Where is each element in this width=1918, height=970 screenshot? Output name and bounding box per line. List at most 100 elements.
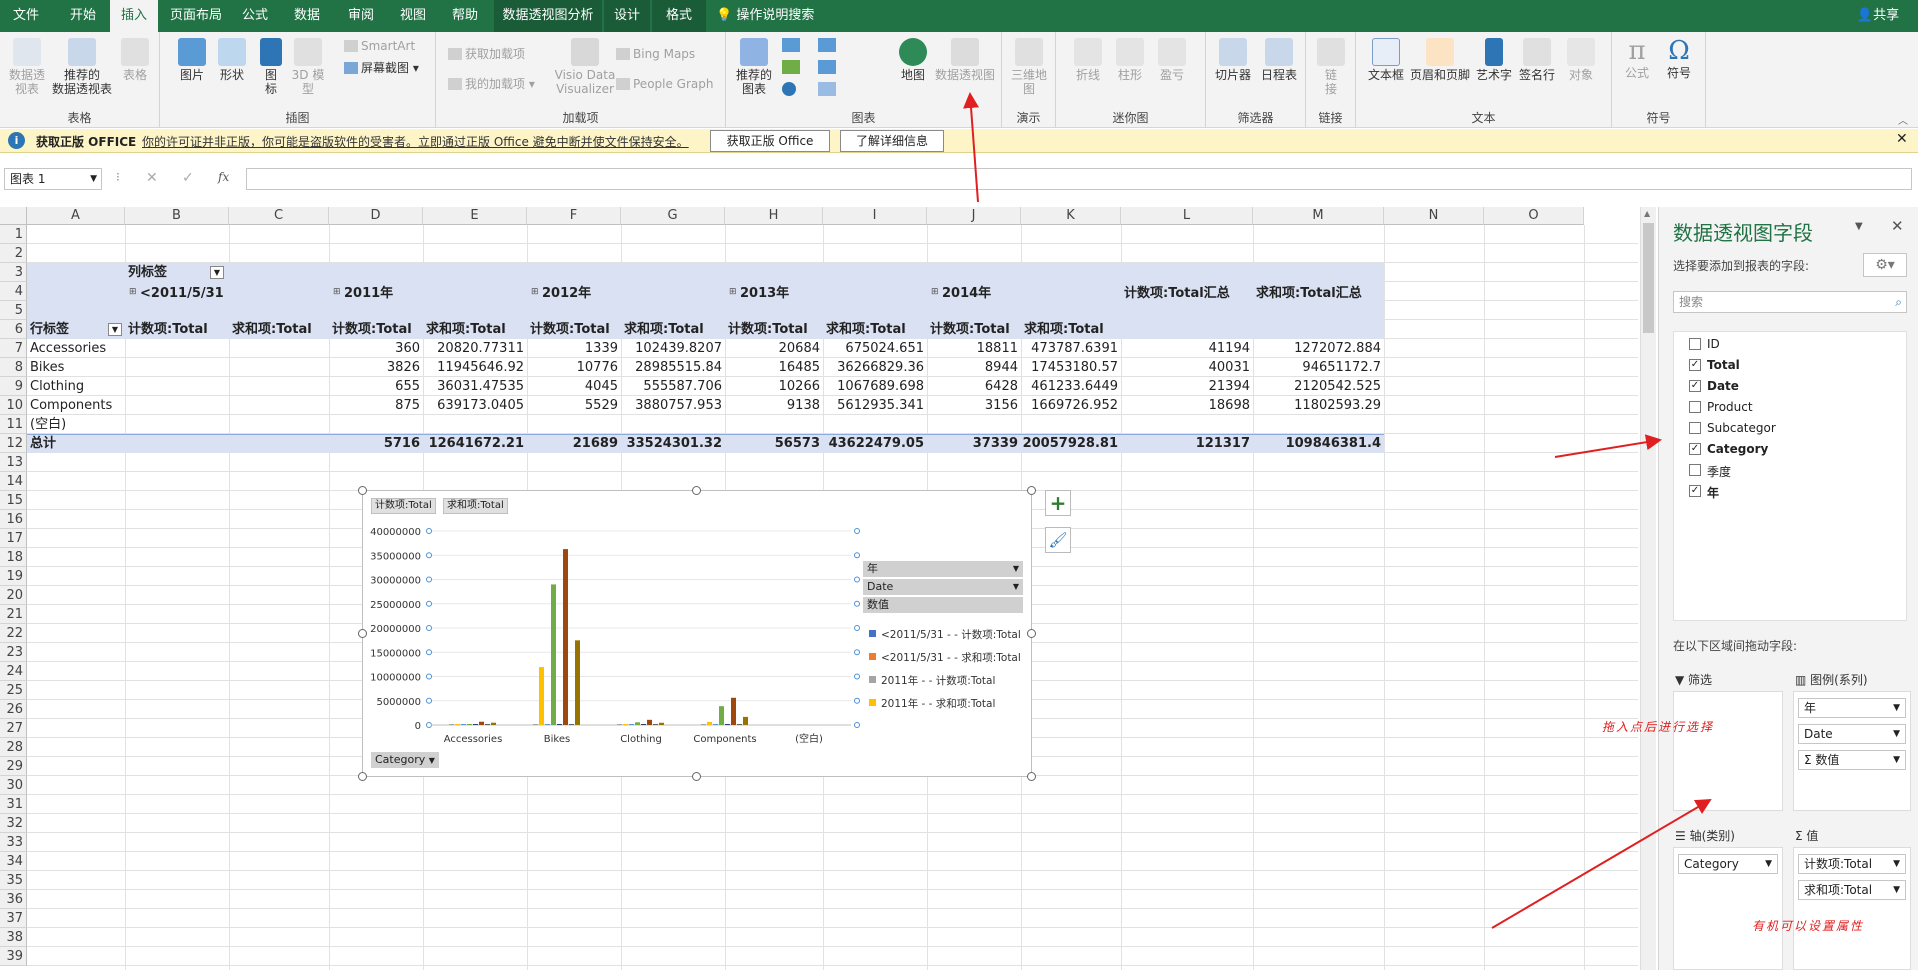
value-cell[interactable]: 41194: [1121, 339, 1253, 358]
scatter-chart-icon[interactable]: [818, 82, 836, 96]
column-header[interactable]: N: [1384, 207, 1484, 225]
cancel-icon[interactable]: ✕: [146, 170, 158, 186]
value-cell[interactable]: 33524301.32: [621, 434, 725, 453]
tab-pivotchart-analyze[interactable]: 数据透视图分析: [494, 0, 602, 32]
value-cell[interactable]: 11945646.92: [423, 358, 527, 377]
row-header[interactable]: 9: [0, 377, 27, 396]
row-header[interactable]: 34: [0, 852, 27, 871]
chart-styles-brush-icon[interactable]: 🖌: [1045, 527, 1071, 553]
row-label[interactable]: Accessories: [30, 339, 106, 358]
link-button[interactable]: 链 接: [1314, 38, 1348, 96]
legend-field-date[interactable]: Date ▼: [863, 579, 1023, 595]
hierarchy-chart-icon[interactable]: [818, 38, 836, 52]
timeline-button[interactable]: 日程表: [1258, 38, 1300, 82]
filter-dropdown-icon[interactable]: ▼: [108, 323, 122, 336]
value-cell[interactable]: 1067689.698: [823, 377, 927, 396]
legend-area[interactable]: 年 ▼ Date ▼ Σ 数值 ▼: [1793, 691, 1911, 811]
row-header[interactable]: 16: [0, 510, 27, 529]
column-header[interactable]: K: [1021, 207, 1121, 225]
value-cell[interactable]: 10776: [527, 358, 621, 377]
tab-review[interactable]: 审阅: [340, 0, 382, 32]
search-icon[interactable]: ⌕: [1895, 292, 1902, 312]
row-header[interactable]: 14: [0, 472, 27, 491]
row-label[interactable]: Components: [30, 396, 112, 415]
value-cell[interactable]: 4045: [527, 377, 621, 396]
value-cell[interactable]: 5716: [329, 434, 423, 453]
row-header[interactable]: 25: [0, 681, 27, 700]
area-field-item[interactable]: 年 ▼: [1798, 698, 1906, 718]
row-header[interactable]: 26: [0, 700, 27, 719]
filter-dropdown-icon[interactable]: ▼: [210, 266, 224, 279]
value-cell[interactable]: 3156: [927, 396, 1021, 415]
column-header[interactable]: O: [1484, 207, 1584, 225]
value-cell[interactable]: 40031: [1121, 358, 1253, 377]
value-cell[interactable]: 121317: [1121, 434, 1253, 453]
row-label[interactable]: 总计: [30, 434, 56, 453]
resize-handle[interactable]: [1027, 629, 1036, 638]
select-all-corner[interactable]: [0, 207, 27, 225]
chevron-down-icon[interactable]: ▼: [1893, 855, 1900, 873]
share-button[interactable]: 👤共享: [1848, 0, 1908, 32]
close-icon[interactable]: ✕: [1896, 131, 1908, 147]
sparkline-line-button[interactable]: 折线: [1070, 38, 1106, 82]
value-cell[interactable]: 1272072.884: [1253, 339, 1384, 358]
row-header[interactable]: 22: [0, 624, 27, 643]
resize-handle[interactable]: [358, 486, 367, 495]
row-header[interactable]: 10: [0, 396, 27, 415]
value-cell[interactable]: 37339: [927, 434, 1021, 453]
chevron-down-icon[interactable]: ▼: [1893, 751, 1900, 769]
value-cell[interactable]: 473787.6391: [1021, 339, 1121, 358]
column-header[interactable]: I: [823, 207, 927, 225]
visio-button[interactable]: Visio Data Visualizer: [550, 38, 620, 96]
column-header[interactable]: F: [527, 207, 621, 225]
object-button[interactable]: 对象: [1562, 38, 1600, 82]
column-header[interactable]: H: [725, 207, 823, 225]
value-cell[interactable]: 36266829.36: [823, 358, 927, 377]
table-button[interactable]: 表格: [116, 38, 154, 82]
enter-icon[interactable]: ✓: [182, 170, 194, 186]
statistic-chart-icon[interactable]: [818, 60, 836, 74]
expand-icon[interactable]: ⊞: [729, 287, 737, 297]
expand-icon[interactable]: ⊞: [931, 287, 939, 297]
field-name[interactable]: Total: [1707, 358, 1740, 372]
icons-button[interactable]: 图 标: [256, 38, 286, 96]
field-checkbox[interactable]: ✓: [1689, 359, 1701, 371]
field-checkbox[interactable]: [1689, 401, 1701, 413]
row-header[interactable]: 39: [0, 947, 27, 966]
value-cell[interactable]: 3880757.953: [621, 396, 725, 415]
area-field-item[interactable]: 求和项:Total ▼: [1798, 880, 1906, 900]
row-header[interactable]: 20: [0, 586, 27, 605]
value-cell[interactable]: 675024.651: [823, 339, 927, 358]
resize-handle[interactable]: [1027, 772, 1036, 781]
field-checkbox[interactable]: ✓: [1689, 380, 1701, 392]
value-cell[interactable]: 2120542.525: [1253, 377, 1384, 396]
legend-entry[interactable]: 2011年 - - 计数项:Total: [881, 673, 995, 688]
value-cell[interactable]: 20057928.81: [1021, 434, 1121, 453]
recommended-charts-button[interactable]: 推荐的 图表: [734, 38, 774, 96]
tab-insert[interactable]: 插入: [110, 0, 158, 32]
chevron-down-icon[interactable]: ▼: [90, 169, 97, 189]
value-cell[interactable]: 17453180.57: [1021, 358, 1121, 377]
chevron-down-icon[interactable]: ▼: [1013, 579, 1019, 595]
row-header[interactable]: 2: [0, 244, 27, 263]
legend-entry[interactable]: <2011/5/31 - - 计数项:Total: [881, 627, 1021, 642]
recommended-pivot-button[interactable]: 推荐的 数据透视表: [48, 38, 116, 96]
axis-field-button[interactable]: Category ▼: [371, 752, 439, 768]
row-header[interactable]: 4: [0, 282, 27, 301]
row-header[interactable]: 24: [0, 662, 27, 681]
field-name[interactable]: Subcategor: [1707, 421, 1776, 435]
legend-field-year[interactable]: 年 ▼: [863, 561, 1023, 577]
gear-icon[interactable]: ⚙▾: [1863, 253, 1907, 277]
value-cell[interactable]: 5529: [527, 396, 621, 415]
column-header[interactable]: J: [927, 207, 1021, 225]
screenshot-button[interactable]: 屏幕截图 ▾: [344, 60, 419, 76]
tab-page-layout[interactable]: 页面布局: [164, 0, 228, 32]
field-name[interactable]: Date: [1707, 379, 1739, 393]
scroll-up-icon[interactable]: ▲: [1644, 209, 1650, 218]
chart-elements-plus-icon[interactable]: +: [1045, 490, 1071, 516]
axis-area[interactable]: Category ▼: [1673, 847, 1783, 970]
tab-data[interactable]: 数据: [286, 0, 328, 32]
row-header[interactable]: 29: [0, 757, 27, 776]
line-chart-icon[interactable]: [782, 60, 800, 74]
insert-function-icon[interactable]: fx: [218, 170, 229, 184]
